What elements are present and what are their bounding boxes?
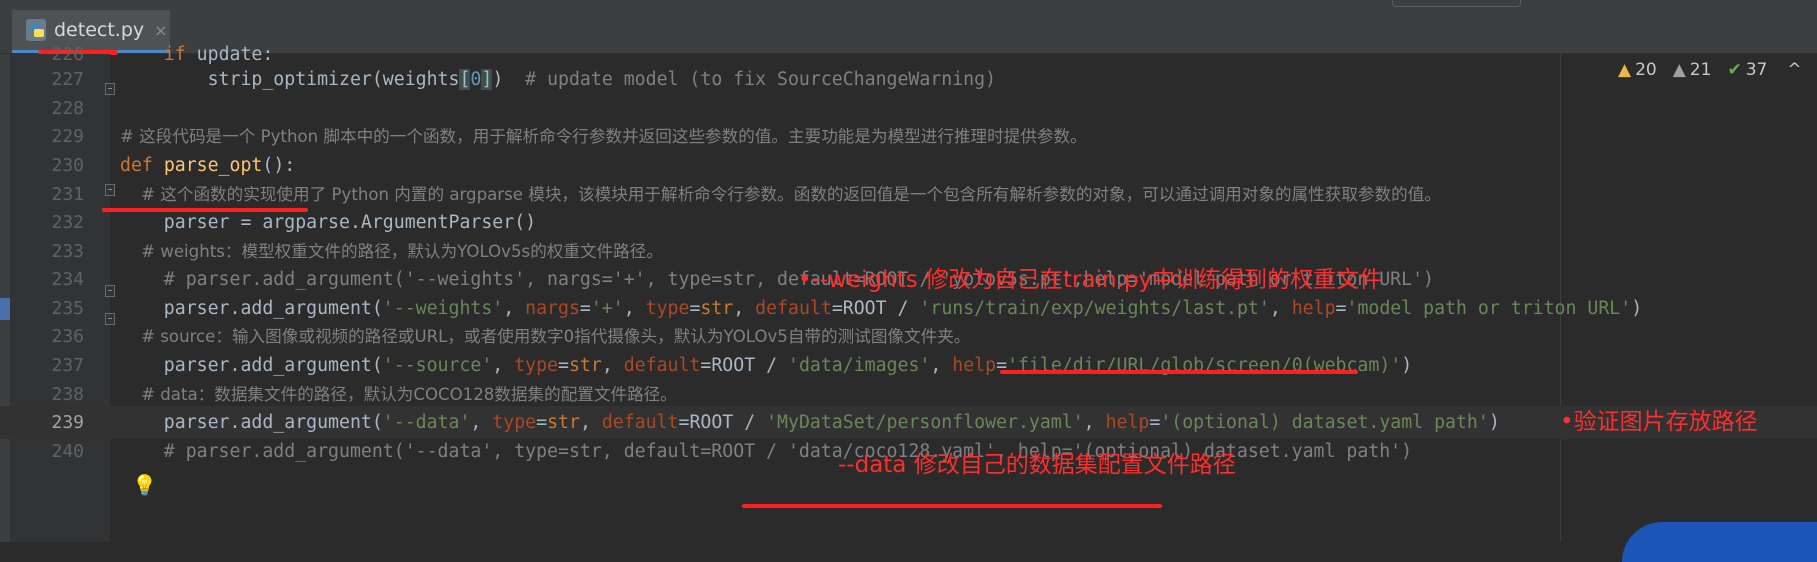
typo-check-icon: ✔ [1727,60,1742,80]
weak-warning-icon: ▲ [1672,60,1686,80]
close-icon[interactable]: × [154,21,167,40]
toolbar-widget[interactable] [1392,0,1521,7]
weak-warnings-count[interactable]: ▲ 21 [1673,60,1712,80]
inspection-widget[interactable]: ▲ 20 ▲ 21 ✔ 37 ^ [1618,60,1802,80]
collapse-icon[interactable]: ^ [1787,60,1801,80]
annotation-data: --data 修改自己的数据集配置文件路径 [838,452,1236,478]
fold-icon[interactable] [105,313,115,325]
overlay-widget [1622,522,1817,562]
warnings-count[interactable]: ▲ 20 [1618,60,1657,80]
fold-icon[interactable] [105,184,115,196]
annotation-underline-def [102,208,308,212]
lightbulb-icon[interactable]: 💡 [132,474,157,496]
annotation-underline-data [742,504,1162,508]
annotation-underline-weights [1000,370,1358,374]
annotation-weights: •--weights 修改为自己在train.py中训练得到的权重文件 [798,267,1383,293]
line-number: 240 [51,441,84,462]
annotation-source: •验证图片存放路径 [1560,409,1758,435]
typos-count[interactable]: ✔ 37 [1727,60,1767,80]
fold-icon[interactable] [105,285,115,297]
fold-icon[interactable] [105,83,115,95]
warning-icon: ▲ [1618,60,1632,80]
